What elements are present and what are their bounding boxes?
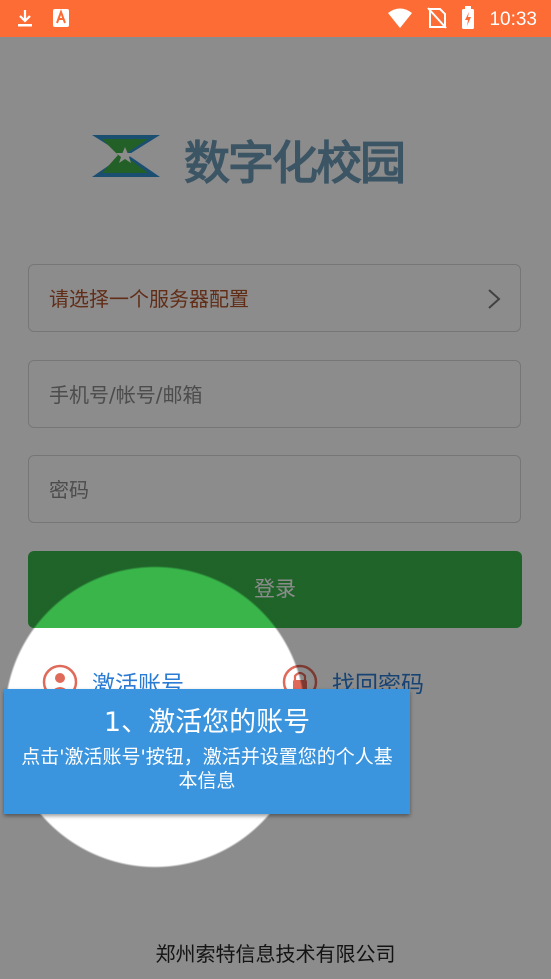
- wifi-icon: [387, 7, 413, 33]
- company-name: 郑州索特信息技术有限公司: [155, 942, 396, 966]
- server-select[interactable]: 请选择一个服务器配置: [28, 264, 521, 332]
- download-icon: [16, 8, 34, 32]
- status-time: 10:33: [489, 9, 537, 30]
- no-sim-icon: [427, 7, 448, 33]
- password-placeholder: 密码: [49, 478, 89, 502]
- server-select-label: 请选择一个服务器配置: [49, 287, 249, 311]
- logo-text: 数字化校园: [184, 136, 406, 190]
- account-field[interactable]: 手机号/帐号/邮箱: [28, 360, 521, 428]
- tutorial-title: 1、激活您的账号: [103, 707, 311, 738]
- chevron-right-icon: [488, 289, 501, 309]
- password-field[interactable]: 密码: [28, 455, 521, 523]
- battery-charging-icon: [461, 6, 475, 34]
- app-notification-icon: [52, 8, 70, 32]
- tutorial-tooltip[interactable]: 1、激活您的账号 点击'激活账号'按钮，激活并设置您的个人基本信息: [4, 689, 410, 814]
- login-button[interactable]: 登录: [28, 551, 522, 628]
- app-logo: 数字化校园: [88, 125, 464, 190]
- account-placeholder: 手机号/帐号/邮箱: [49, 383, 203, 407]
- logo-mark-icon: [92, 135, 160, 177]
- tutorial-body: 点击'激活账号'按钮，激活并设置您的个人基本信息: [21, 746, 393, 792]
- login-screen: 10:33 数字化校园 请选择一个服务器配置 手机号/帐号/邮箱 密码 登录 激: [0, 0, 551, 979]
- status-bar: 10:33: [0, 0, 551, 37]
